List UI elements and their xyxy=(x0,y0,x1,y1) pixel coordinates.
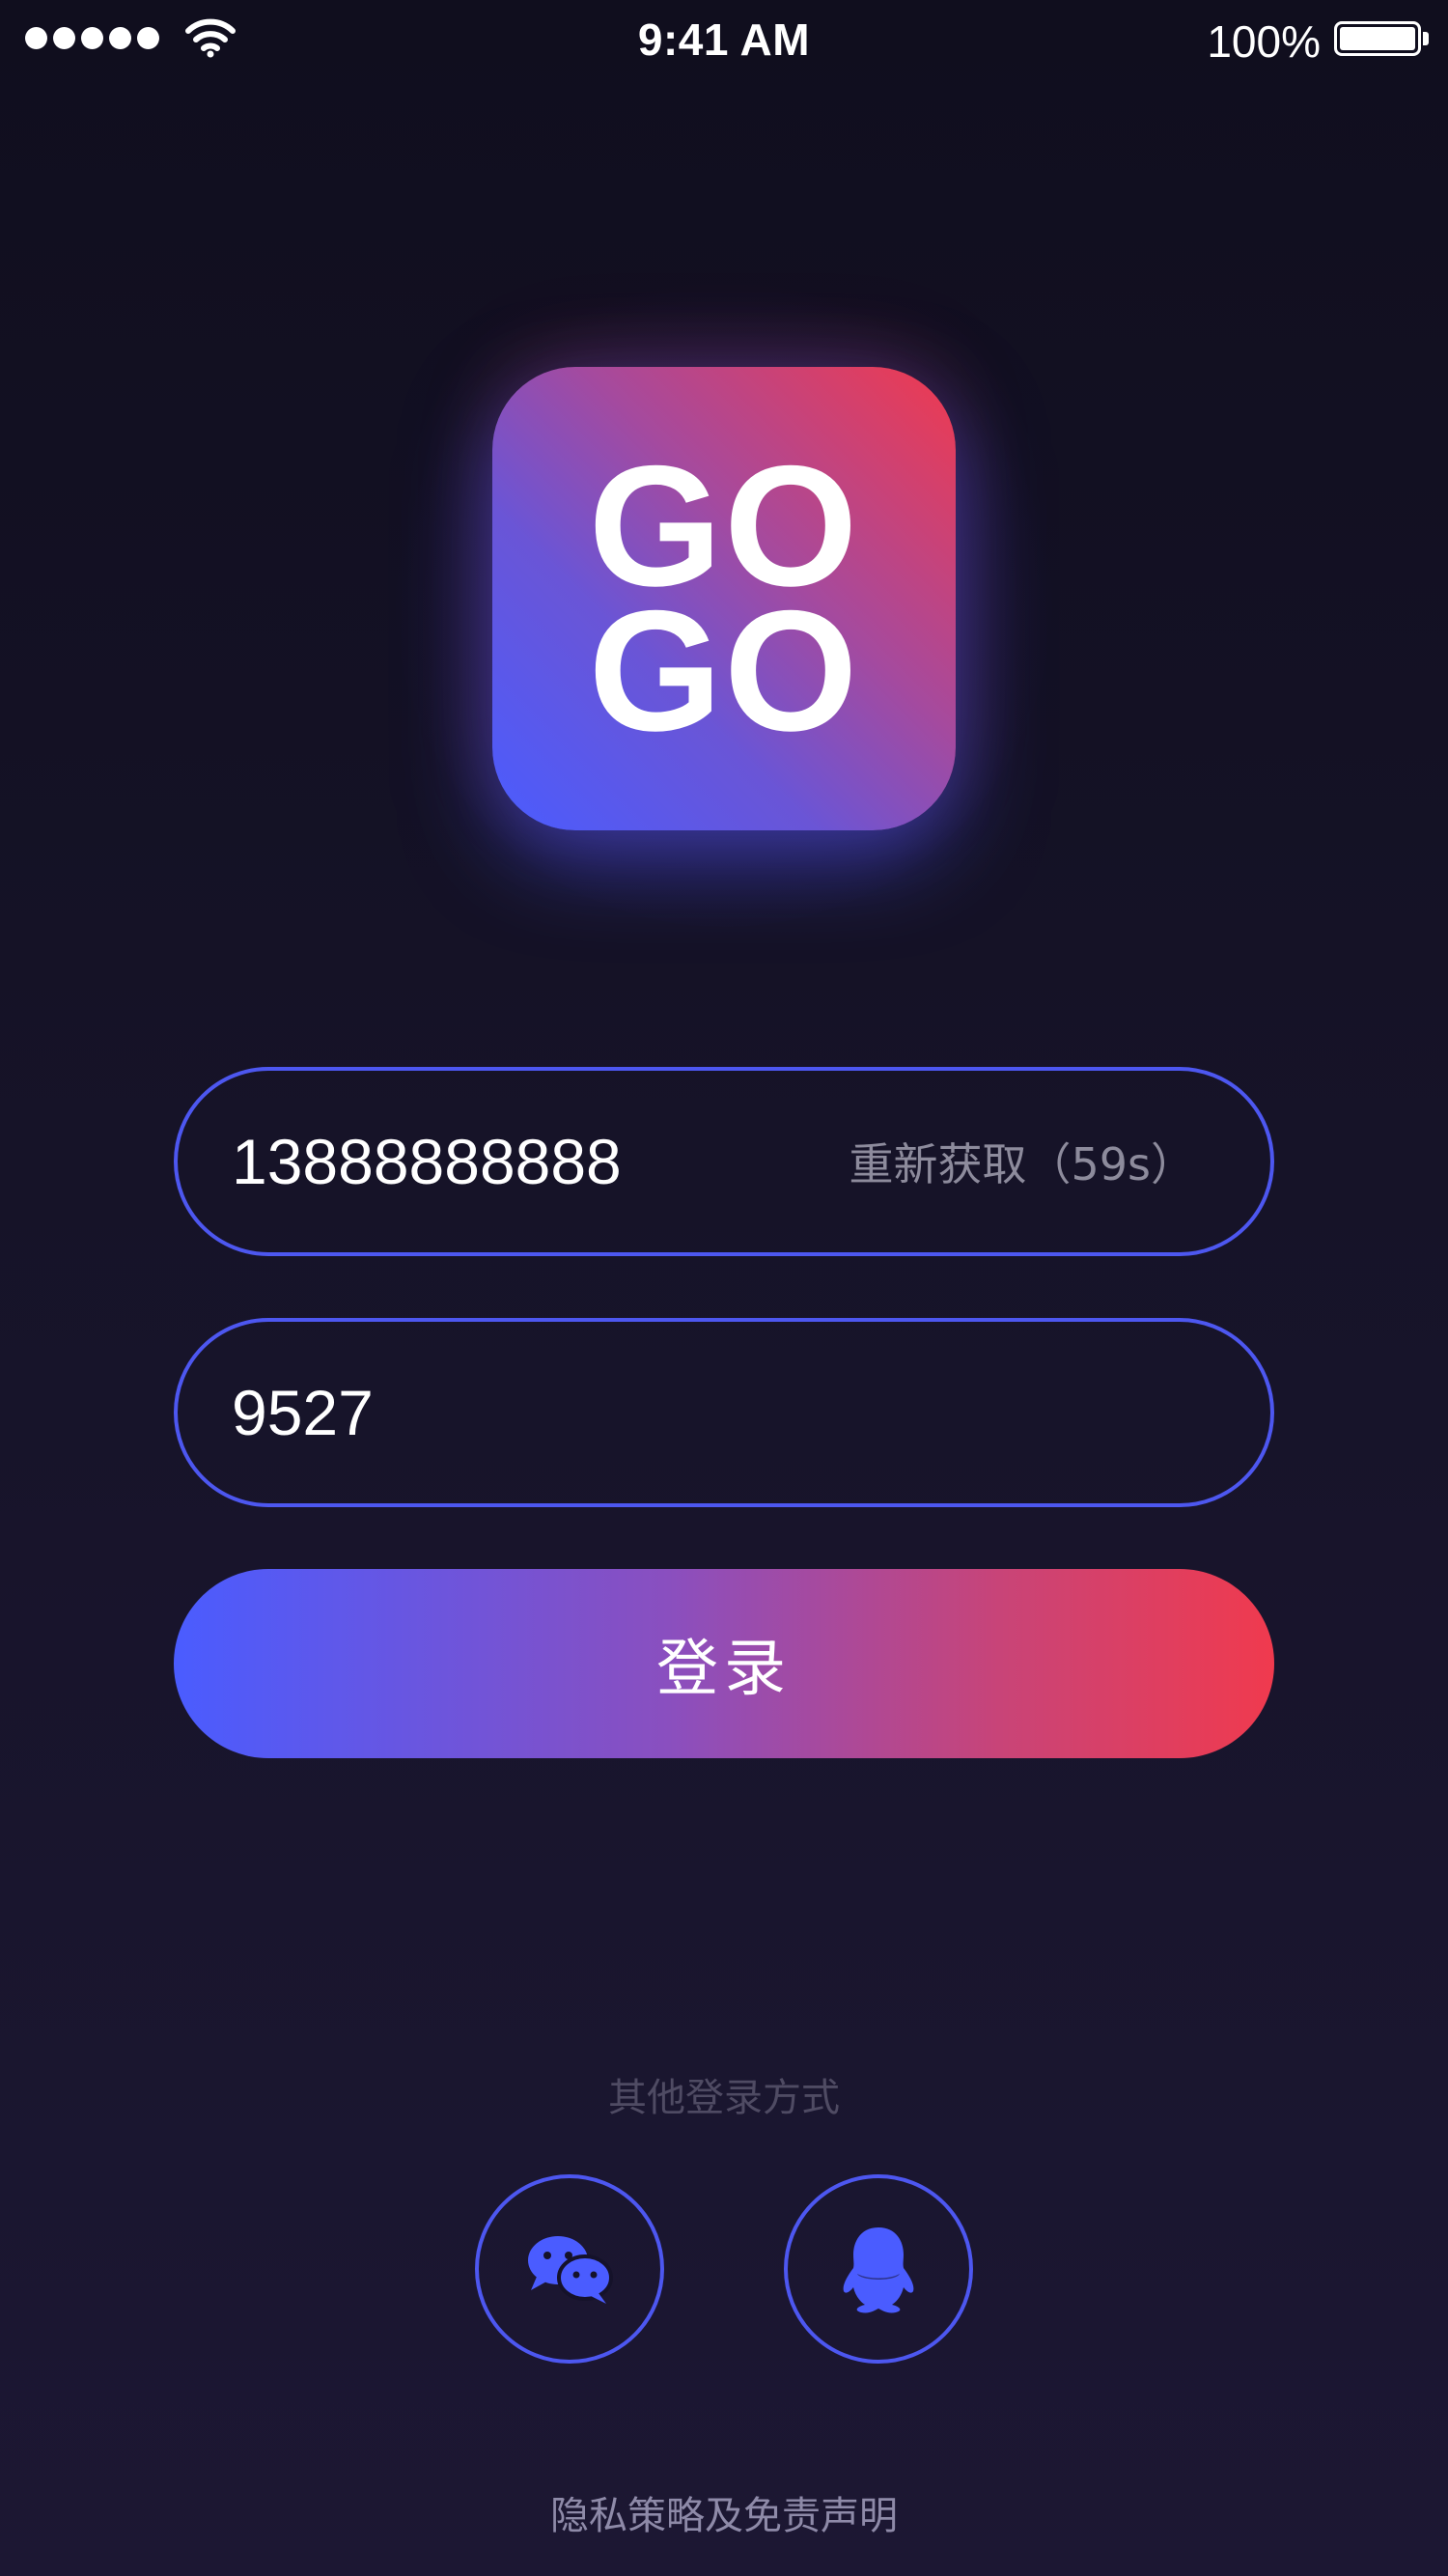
login-button-label: 登录 xyxy=(656,1634,792,1705)
wechat-login-button[interactable] xyxy=(475,2174,664,2364)
app-logo: GO GO xyxy=(492,367,956,830)
login-button[interactable]: 登录 xyxy=(174,1569,1274,1758)
phone-field[interactable]: 13888888888 重新获取（59s） xyxy=(174,1067,1274,1256)
privacy-policy-link[interactable]: 隐私策略及免责声明 xyxy=(0,2484,1448,2540)
battery-icon xyxy=(1334,21,1421,56)
logo-text-line2: GO xyxy=(588,574,860,767)
other-login-title: 其他登录方式 xyxy=(608,2076,840,2120)
qq-icon xyxy=(843,2227,914,2313)
battery-percent: 100% xyxy=(1207,16,1321,67)
code-input-value[interactable]: 9527 xyxy=(232,1376,374,1449)
resend-code-button[interactable]: 重新获取（59s） xyxy=(849,1130,1196,1193)
battery-tip xyxy=(1423,32,1429,45)
wechat-icon xyxy=(528,2236,613,2304)
phone-input-value[interactable]: 13888888888 xyxy=(232,1125,622,1198)
status-bar: 9:41 AM 100% xyxy=(0,0,1448,83)
verification-code-field[interactable]: 9527 xyxy=(174,1318,1274,1507)
qq-login-button[interactable] xyxy=(784,2174,973,2364)
battery-fill xyxy=(1340,27,1415,50)
